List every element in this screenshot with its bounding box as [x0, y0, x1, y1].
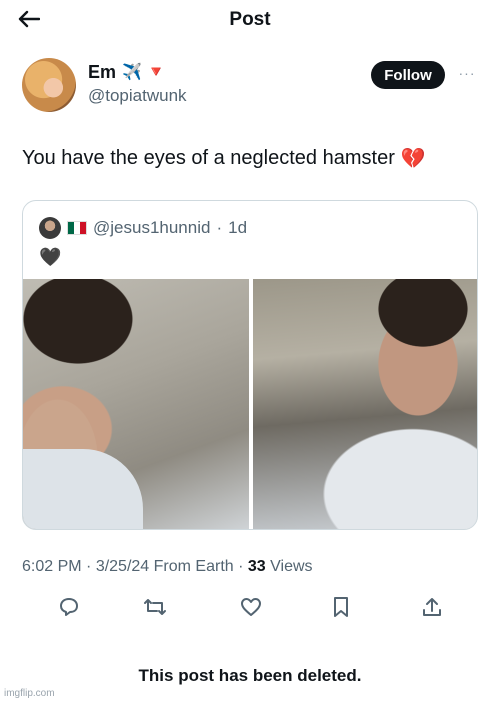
avatar[interactable]	[22, 58, 76, 112]
photo-shirt	[23, 449, 143, 529]
share-icon	[423, 598, 441, 616]
reply-icon	[60, 598, 78, 616]
views-label: Views	[270, 558, 313, 575]
views-count: 33	[247, 558, 266, 575]
broken-heart-icon: 💔	[400, 148, 426, 170]
author-handle[interactable]: @topiatwunk	[88, 86, 187, 106]
deleted-notice: This post has been deleted.	[138, 666, 362, 685]
post-meta: 6:02 PM · 3/25/24 From Earth · 33 Views	[22, 558, 313, 575]
watermark: imgflip.com	[4, 688, 55, 699]
quoted-separator: ·	[216, 218, 223, 237]
quoted-photo-right[interactable]	[253, 279, 477, 529]
post-date: 3/25/24	[95, 558, 150, 575]
like-button[interactable]	[238, 594, 264, 620]
bookmark-icon	[334, 597, 348, 617]
top-bar: Post	[0, 0, 500, 40]
name-line: Em ✈️ 🔻	[88, 62, 166, 83]
share-button[interactable]	[419, 594, 445, 620]
display-name[interactable]: Em	[88, 62, 116, 83]
post-time: 6:02 PM	[22, 558, 82, 575]
action-bar	[0, 594, 500, 620]
post-source: From Earth	[153, 558, 234, 575]
quoted-photo-left[interactable]	[23, 279, 249, 529]
follow-button[interactable]: Follow	[371, 61, 445, 89]
author-row: Em ✈️ 🔻 @topiatwunk Follow ···	[22, 58, 482, 114]
quoted-age: 1d	[228, 218, 248, 237]
name-emojis: ✈️ 🔻	[122, 63, 167, 81]
page-title: Post	[229, 9, 271, 30]
quoted-post[interactable]: @jesus1hunnid · 1d 🖤	[22, 200, 478, 530]
tweet-text: You have the eyes of a neglected hamster…	[22, 146, 426, 171]
reply-button[interactable]	[56, 594, 82, 620]
retweet-icon	[144, 599, 166, 615]
bookmark-button[interactable]	[328, 594, 354, 620]
quoted-avatar	[39, 217, 61, 239]
like-icon	[241, 598, 261, 616]
retweet-button[interactable]	[142, 594, 168, 620]
quoted-post-header: @jesus1hunnid · 1d	[39, 217, 247, 239]
quoted-text: 🖤	[39, 247, 62, 267]
mexico-flag-icon	[67, 221, 87, 235]
tweet-text-content: You have the eyes of a neglected hamster	[22, 147, 395, 169]
quoted-handle: @jesus1hunnid	[93, 218, 211, 237]
more-options-button[interactable]: ···	[455, 66, 479, 82]
